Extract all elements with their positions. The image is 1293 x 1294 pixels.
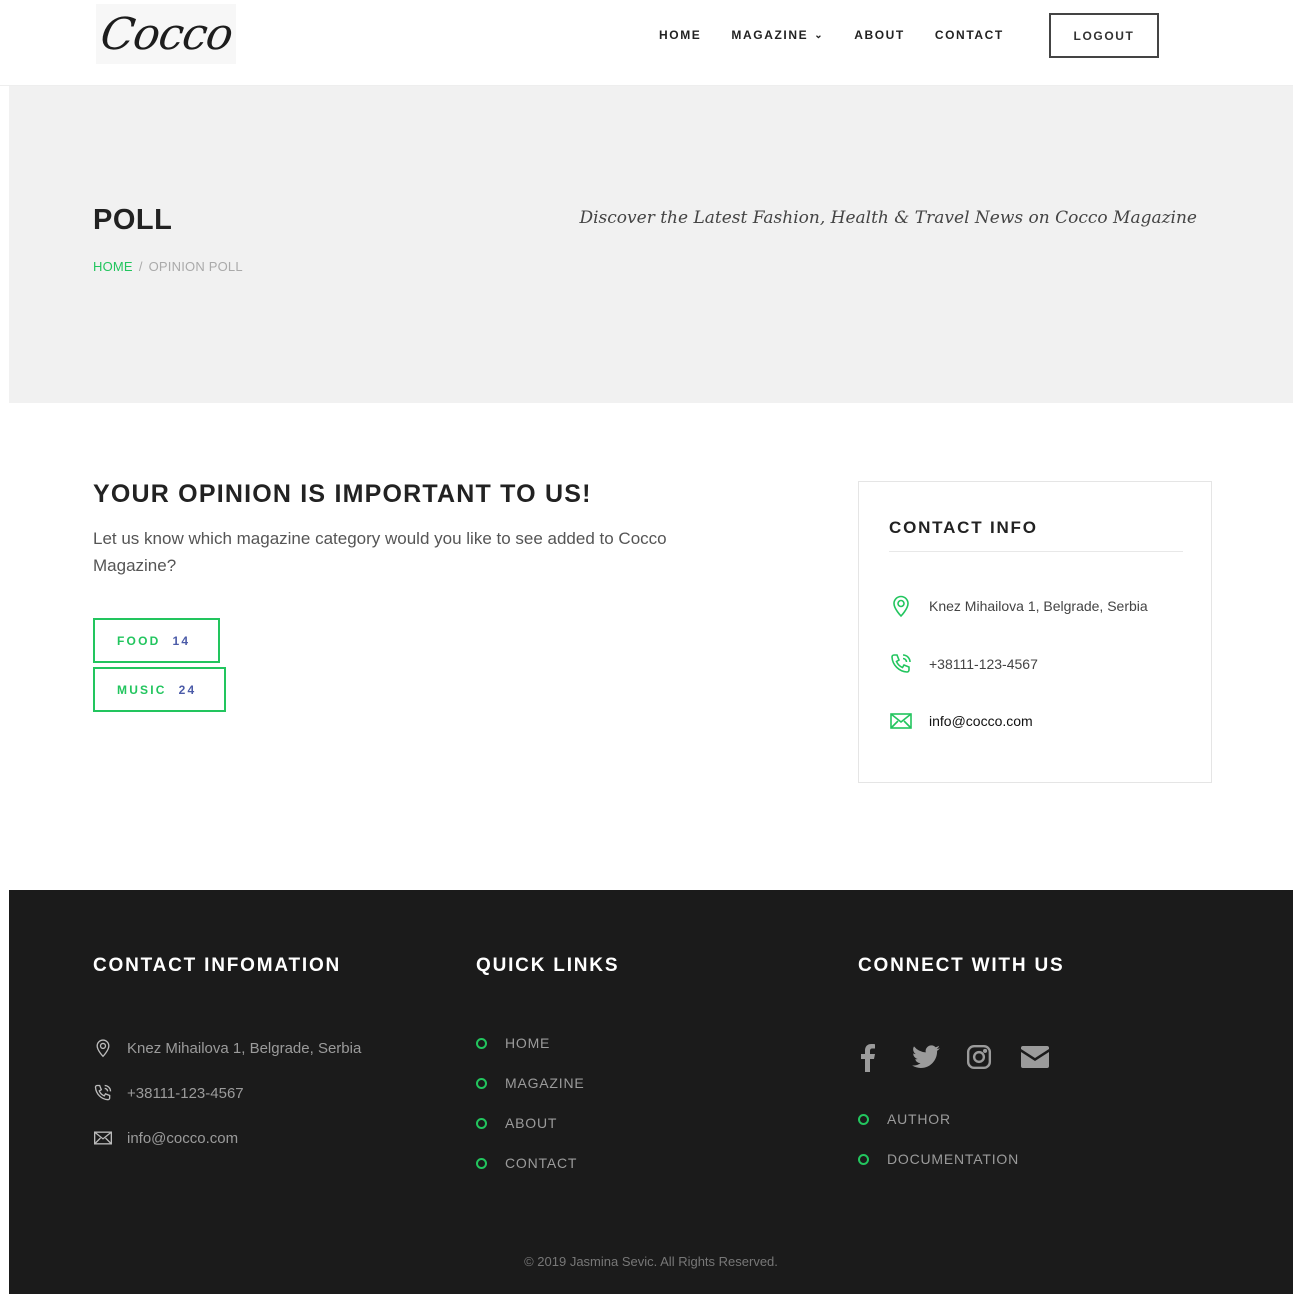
footer-address: Knez Mihailova 1, Belgrade, Serbia [93, 1038, 361, 1058]
poll-option-music-button[interactable]: MUSIC 24 [93, 667, 226, 712]
map-pin-icon [96, 1039, 110, 1058]
contact-address: Knez Mihailova 1, Belgrade, Serbia [889, 594, 1148, 618]
breadcrumb-home-link[interactable]: HOME [93, 259, 133, 274]
site-footer: CONTACT INFOMATION QUICK LINKS CONNECT W… [9, 890, 1293, 1294]
poll-option-count: 14 [172, 633, 191, 648]
circle-bullet-icon [476, 1117, 487, 1129]
poll-description: Let us know which magazine category woul… [93, 529, 667, 575]
poll-option-count: 24 [178, 682, 197, 697]
footer-email[interactable]: info@cocco.com [93, 1128, 238, 1148]
footer-link-author[interactable]: AUTHOR [858, 1111, 951, 1127]
contact-card-title: CONTACT INFO [889, 518, 1038, 537]
site-logo[interactable]: Cocco [96, 4, 236, 64]
phone-icon [94, 1084, 112, 1101]
footer-link-about[interactable]: ABOUT [476, 1115, 557, 1131]
main-nav: HOME MAGAZINE ⌄ ABOUT CONTACT [659, 28, 1034, 42]
footer-link-home[interactable]: HOME [476, 1035, 550, 1051]
footer-link-magazine[interactable]: MAGAZINE [476, 1075, 585, 1091]
site-header: Cocco HOME MAGAZINE ⌄ ABOUT CONTACT LOGOU… [0, 0, 1293, 86]
breadcrumb: HOME / OPINION POLL [93, 259, 243, 274]
page-hero: POLL Discover the Latest Fashion, Health… [9, 86, 1293, 403]
contact-info-card: CONTACT INFO Knez Mihailova 1, Belgrade,… [858, 481, 1212, 783]
circle-bullet-icon [476, 1077, 487, 1089]
circle-bullet-icon [858, 1153, 869, 1165]
map-pin-icon [893, 595, 909, 618]
twitter-icon[interactable] [912, 1040, 952, 1074]
poll-heading: YOUR OPINION IS IMPORTANT TO US! [93, 480, 592, 508]
footer-link-contact[interactable]: CONTACT [476, 1155, 577, 1171]
nav-home[interactable]: HOME [659, 28, 701, 42]
logo-text: Cocco [96, 8, 236, 60]
footer-links-title: QUICK LINKS [476, 955, 620, 976]
circle-bullet-icon [476, 1157, 487, 1169]
copyright-text: © 2019 Jasmina Sevic. All Rights Reserve… [524, 1254, 778, 1269]
envelope-icon[interactable] [1020, 1040, 1060, 1074]
poll-option-label: MUSIC [117, 682, 167, 697]
envelope-icon [94, 1131, 112, 1145]
social-links [858, 1040, 1074, 1074]
footer-phone: +38111-123-4567 [93, 1083, 244, 1103]
footer-connect-title: CONNECT WITH US [858, 955, 1065, 976]
nav-magazine[interactable]: MAGAZINE ⌄ [731, 28, 824, 42]
contact-email[interactable]: info@cocco.com [889, 709, 1033, 733]
hero-tagline: Discover the Latest Fashion, Health & Tr… [579, 208, 1197, 228]
breadcrumb-current: OPINION POLL [148, 259, 243, 274]
envelope-icon [890, 713, 912, 729]
phone-icon [891, 654, 911, 673]
poll-option-food-button[interactable]: FOOD 14 [93, 618, 220, 663]
footer-link-documentation[interactable]: DOCUMENTATION [858, 1151, 1019, 1167]
page-title: POLL [93, 204, 173, 236]
nav-about[interactable]: ABOUT [854, 28, 905, 42]
poll-option-label: FOOD [117, 633, 161, 648]
nav-contact[interactable]: CONTACT [935, 28, 1004, 42]
circle-bullet-icon [858, 1113, 869, 1125]
logout-button[interactable]: LOGOUT [1049, 13, 1159, 58]
divider [889, 551, 1183, 552]
chevron-down-icon: ⌄ [814, 29, 825, 41]
contact-phone: +38111-123-4567 [889, 652, 1038, 676]
circle-bullet-icon [476, 1037, 487, 1049]
breadcrumb-separator: / [138, 259, 143, 274]
facebook-icon[interactable] [858, 1040, 898, 1074]
instagram-icon[interactable] [966, 1040, 1006, 1074]
footer-contact-title: CONTACT INFOMATION [93, 955, 342, 976]
